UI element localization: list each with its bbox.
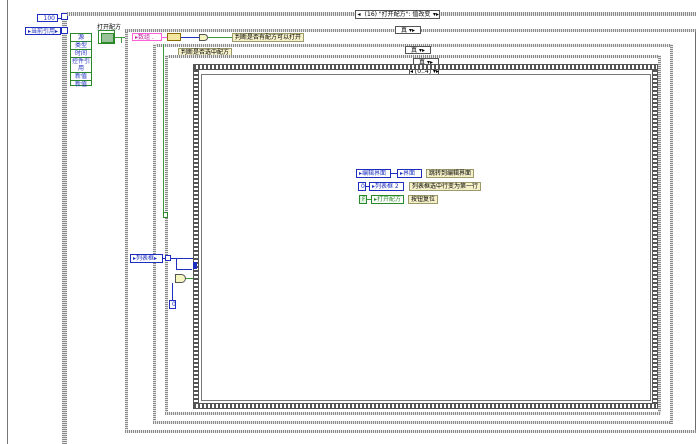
inner-top-dashed <box>194 65 657 70</box>
event-case-selector[interactable]: ◂ (16) "打开配方": 值改变 ▾▸ <box>355 10 440 19</box>
row1-note: 跳转到编辑界面 <box>426 169 475 178</box>
case-select-node <box>163 212 168 218</box>
event-data-item[interactable]: 类型 <box>71 42 91 50</box>
event-data-item[interactable]: 新值 <box>71 73 91 81</box>
inner-bottom-dashed <box>194 403 657 408</box>
case-label-2: 真 <box>411 47 418 54</box>
inner-left-dashed <box>194 70 199 404</box>
left-vertical-border <box>7 0 8 444</box>
next-case-arrow[interactable]: ▾▸ <box>433 11 439 18</box>
case-selector-2[interactable]: 真 ▾▸ <box>405 46 431 54</box>
zero-constant-2[interactable]: 0 <box>358 182 366 191</box>
edit-interface-terminal[interactable]: ▸编辑界面 <box>356 169 391 178</box>
array-reference[interactable]: ▸数组 . <box>132 33 162 41</box>
open-check-label: 判断是否有配方可以打开 <box>232 33 305 42</box>
row3-note: 按钮复位 <box>408 195 439 204</box>
list-box-terminal[interactable]: ▸列表框▸ <box>130 254 163 263</box>
event-case-label: (16) "打开配方": 值改变 <box>364 11 431 18</box>
false-constant[interactable]: F <box>359 195 367 204</box>
open-recipe-terminal-icon <box>101 33 114 43</box>
wire-not-equal <box>186 278 193 279</box>
inner-right-dashed <box>652 70 657 404</box>
not-equal-node <box>175 274 186 283</box>
event-data-node: 源 类型 时间 控件引用 新值 新值 <box>70 33 92 88</box>
case2-right-border <box>670 44 673 424</box>
case2-left-border <box>153 44 156 424</box>
inner-content-frame <box>201 74 651 401</box>
tunnel-node <box>193 262 197 269</box>
wire-size <box>181 37 199 38</box>
event-data-item[interactable]: 源 <box>71 34 91 42</box>
wire-open-recipe-down <box>121 37 122 43</box>
wire-zero <box>172 283 173 300</box>
interface-terminal[interactable]: ▸界面 <box>397 169 422 178</box>
case3-right-border <box>658 55 661 415</box>
event-structure-left-border <box>62 12 67 444</box>
wire-green-vertical <box>163 44 164 216</box>
list-box-node <box>165 255 171 261</box>
numeric-constant[interactable]: 100 <box>37 14 58 22</box>
greater-than-node <box>199 34 208 41</box>
wire-compare <box>208 37 232 38</box>
array-size-node <box>167 33 181 41</box>
row2-note: 列表框选中行变为第一行 <box>409 182 482 191</box>
open-recipe-local[interactable]: ▸打开配方 <box>371 195 404 204</box>
case3-left-border <box>165 55 168 415</box>
case2-bottom-border <box>153 421 673 424</box>
open-recipe-terminal[interactable] <box>98 30 115 44</box>
case-outer-bottom-border <box>125 430 696 433</box>
event-data-item[interactable]: 控件引用 <box>71 58 91 73</box>
case-outer-left-border <box>125 29 128 433</box>
event-data-item[interactable]: 新值 <box>71 81 91 88</box>
event-node-2 <box>61 27 68 34</box>
list-box-2-terminal[interactable]: ▸列表框 2 <box>369 182 404 191</box>
queue-reference[interactable]: ▸当前引用▸ <box>25 27 61 35</box>
event-data-item[interactable]: 时间 <box>71 50 91 58</box>
case-label-1: 真 <box>401 27 408 34</box>
zero-constant[interactable]: 0 <box>169 300 176 309</box>
wire-list-box-right <box>176 269 192 270</box>
case-selector-1[interactable]: 真 ▾▸ <box>395 26 421 34</box>
case3-bottom-border <box>165 412 661 415</box>
